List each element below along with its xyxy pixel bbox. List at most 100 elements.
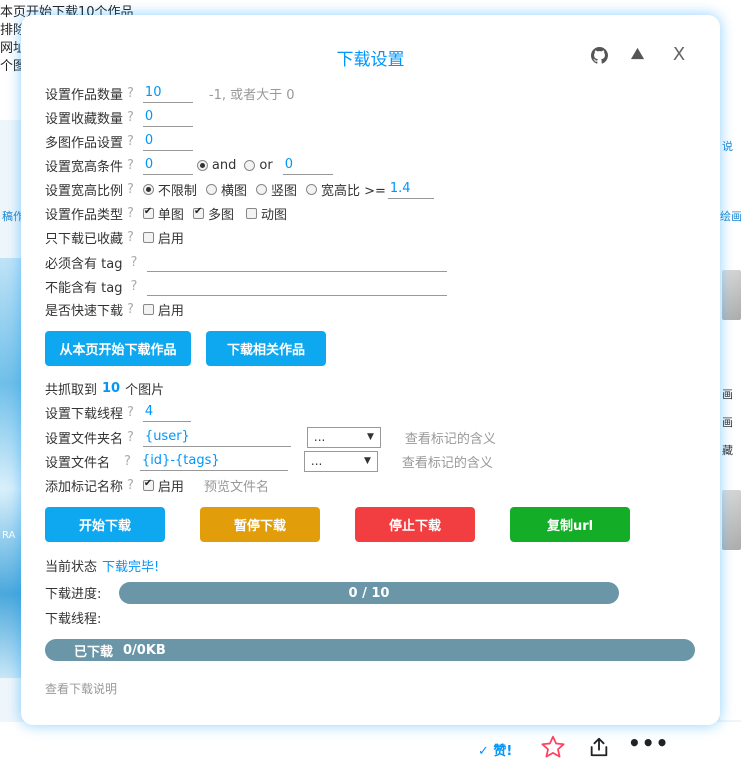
ratio-option[interactable]: 不限制: [142, 180, 197, 199]
type-option[interactable]: 动图: [245, 204, 287, 223]
must-tag-row: 必须含有 tag ?: [45, 251, 448, 273]
and-option[interactable]: and: [196, 157, 237, 173]
type-option[interactable]: 单图: [142, 204, 184, 223]
tag-meaning-link[interactable]: 查看标记的含义: [402, 452, 493, 471]
field-label: 必须含有 tag: [45, 256, 123, 272]
bg-right-link[interactable]: 画: [722, 386, 733, 402]
bg-right-link[interactable]: 说: [722, 138, 733, 154]
copy-url-button[interactable]: 复制url: [510, 507, 630, 542]
bg-thumbnail[interactable]: [722, 490, 741, 550]
help-icon[interactable]: ?: [124, 454, 131, 469]
bookmark-count-row: 设置收藏数量 ? 0: [45, 106, 193, 128]
download-related-button[interactable]: 下载相关作品: [206, 331, 326, 366]
checkbox[interactable]: [245, 207, 257, 219]
threads-row: 设置下载线程 ? 4: [45, 401, 191, 423]
help-icon[interactable]: ?: [127, 230, 134, 245]
must-tag-input[interactable]: [147, 252, 448, 272]
radio-button[interactable]: [305, 183, 317, 195]
radio-button[interactable]: [255, 183, 267, 195]
and-label: and: [211, 157, 237, 173]
option-label: 多图: [207, 207, 234, 223]
download-help-link[interactable]: 查看下载说明: [45, 680, 117, 697]
dropdown-arrow-icon: ▼: [367, 432, 374, 442]
help-icon[interactable]: ?: [130, 279, 137, 294]
field-label: 只下载已收藏: [45, 231, 124, 247]
progress-label-row: 下载进度:: [45, 581, 101, 603]
work-type-row: 设置作品类型 ? 单图 多图 动图: [45, 202, 287, 224]
ratio-option[interactable]: 宽高比 >=: [305, 180, 386, 199]
ratio-option[interactable]: 竖图: [255, 180, 297, 199]
more-options-icon[interactable]: •••: [628, 733, 668, 758]
dialog-title: 下载设置: [336, 50, 405, 70]
help-icon[interactable]: ?: [130, 255, 137, 270]
start-download-button[interactable]: 开始下载: [45, 507, 165, 542]
checkbox[interactable]: [142, 231, 154, 243]
preview-filename-link[interactable]: 预览文件名: [204, 476, 269, 495]
checkbox[interactable]: [142, 478, 154, 491]
like-button[interactable]: ✓ 赞!: [478, 740, 512, 759]
progress-label: 下载进度:: [45, 586, 102, 602]
threads-input[interactable]: 4: [142, 402, 191, 422]
min-height-input[interactable]: 0: [282, 155, 333, 175]
file-name-input[interactable]: {id}-{tags}: [139, 451, 288, 471]
tag-meaning-link[interactable]: 查看标记的含义: [405, 428, 496, 447]
status-row: 当前状态 下载完毕!: [45, 554, 159, 576]
github-icon[interactable]: [591, 47, 608, 64]
folder-tag-select[interactable]: ... ▼: [306, 426, 381, 448]
bg-right-link[interactable]: 画: [722, 414, 733, 430]
ratio-input[interactable]: 1.4: [387, 179, 434, 199]
help-icon[interactable]: ?: [127, 206, 134, 221]
or-radio[interactable]: [244, 159, 256, 171]
help-icon[interactable]: ?: [127, 158, 134, 173]
min-width-input[interactable]: 0: [142, 155, 193, 175]
thread-label: 下载线程:: [45, 611, 102, 627]
or-option[interactable]: or: [244, 158, 273, 173]
checkbox[interactable]: [142, 303, 154, 315]
checkbox[interactable]: [142, 206, 154, 219]
help-icon[interactable]: ?: [127, 478, 134, 493]
bg-right-link[interactable]: 藏: [722, 442, 733, 458]
help-icon[interactable]: ?: [127, 430, 134, 445]
enable-option[interactable]: 启用: [142, 300, 184, 319]
file-tag-select[interactable]: ... ▼: [303, 450, 378, 472]
and-radio[interactable]: [196, 159, 208, 171]
quick-download-row: 是否快速下载 ? 启用: [45, 298, 184, 320]
help-icon[interactable]: ?: [127, 134, 134, 149]
folder-name-input[interactable]: {user}: [142, 427, 291, 447]
enable-option[interactable]: 启用: [142, 228, 184, 247]
field-label: 设置作品类型: [45, 207, 124, 223]
work-count-row: 设置作品数量 ? 10 -1, 或者大于 0: [45, 82, 295, 104]
tag-name-row: 添加标记名称 ? 启用 预览文件名: [45, 474, 269, 496]
thread-label-row: 下载线程:: [45, 606, 101, 628]
help-icon[interactable]: ?: [127, 405, 134, 420]
bg-thumbnail[interactable]: [722, 270, 741, 320]
fetched-count: 10: [102, 380, 121, 396]
help-icon[interactable]: ?: [127, 302, 134, 317]
share-icon[interactable]: [588, 736, 610, 758]
enable-option[interactable]: 启用: [142, 476, 184, 495]
collapse-arrow-icon[interactable]: [630, 46, 645, 61]
bookmark-star-icon[interactable]: [540, 734, 566, 760]
work-count-input[interactable]: 10: [142, 83, 193, 103]
checkbox[interactable]: [192, 206, 204, 219]
field-label: 设置文件夹名: [45, 431, 124, 447]
download-settings-dialog: 下载设置 X 设置作品数量 ? 10 -1, 或者大于 0 设置收藏数量 ? 0…: [21, 15, 720, 725]
field-label: 设置收藏数量: [45, 111, 124, 127]
ratio-option[interactable]: 横图: [205, 180, 247, 199]
multi-image-input[interactable]: 0: [142, 131, 193, 151]
bookmark-count-input[interactable]: 0: [142, 107, 193, 127]
radio-button[interactable]: [205, 183, 217, 195]
select-value: ...: [313, 430, 326, 444]
type-option[interactable]: 多图: [192, 204, 234, 223]
help-icon[interactable]: ?: [127, 86, 134, 101]
help-icon[interactable]: ?: [127, 110, 134, 125]
help-icon[interactable]: ?: [127, 182, 134, 197]
bg-right-link[interactable]: 绘画: [720, 208, 741, 224]
exclude-tag-input[interactable]: [147, 276, 448, 296]
radio-button[interactable]: [142, 183, 154, 195]
pause-download-button[interactable]: 暂停下载: [200, 507, 320, 542]
stop-download-button[interactable]: 停止下载: [355, 507, 475, 542]
start-from-page-button[interactable]: 从本页开始下载作品: [45, 331, 191, 366]
close-icon[interactable]: X: [669, 45, 689, 65]
progress-text: 0 / 10: [348, 585, 390, 601]
